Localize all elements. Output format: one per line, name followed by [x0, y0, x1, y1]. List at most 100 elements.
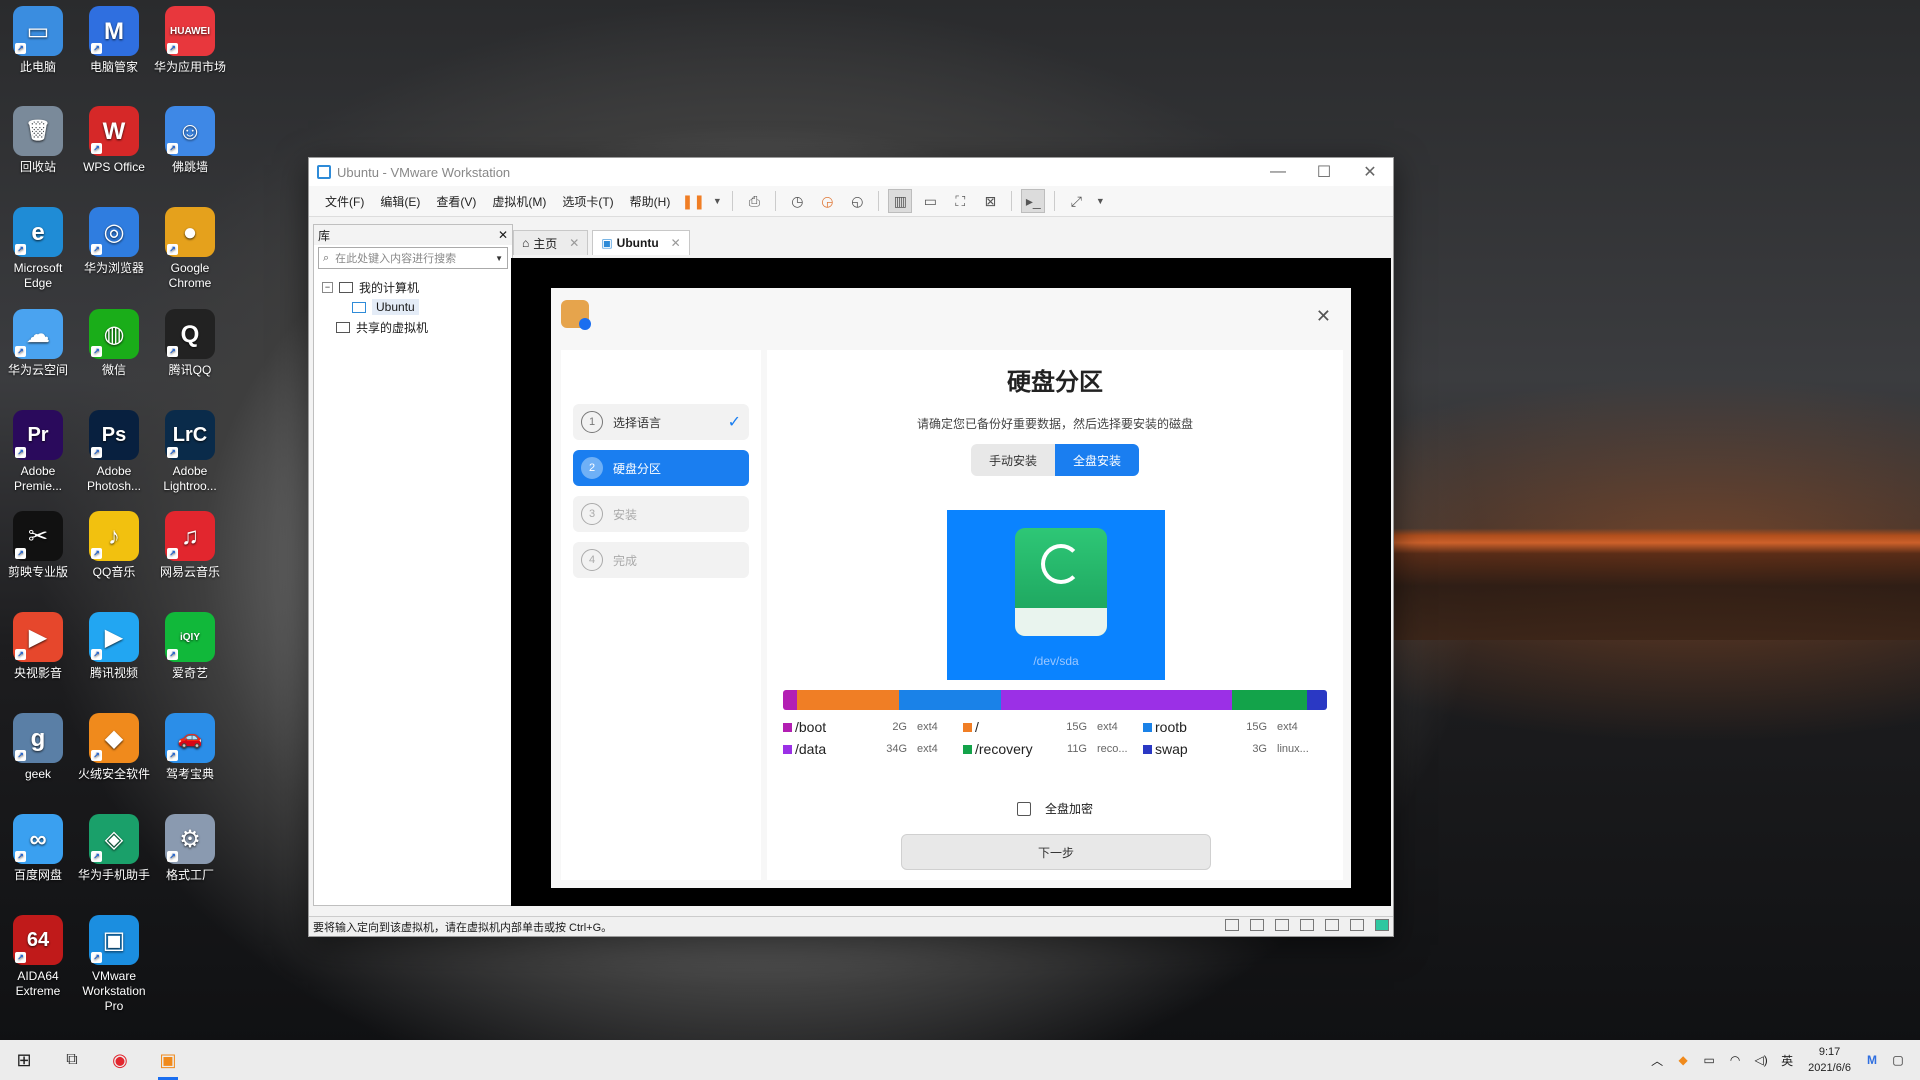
disk-card-sda[interactable]: /dev/sda [947, 510, 1165, 680]
close-button[interactable]: ✕ [1347, 162, 1393, 182]
desktop-icon[interactable]: ♪ ↗ QQ音乐 [76, 511, 152, 580]
wifi-icon[interactable]: ◠ [1725, 1053, 1745, 1067]
menu-vm[interactable]: 虚拟机(M) [484, 193, 554, 210]
desktop-icon[interactable]: ⚙ ↗ 格式工厂 [152, 814, 228, 883]
shortcut-arrow-icon: ↗ [91, 346, 102, 357]
revert-snapshot-icon[interactable]: ◶ [815, 189, 839, 213]
huorong-tray-icon[interactable]: ◆ [1673, 1053, 1693, 1067]
dropdown-arrow-icon[interactable]: ▼ [1094, 189, 1106, 213]
tree-item-ubuntu[interactable]: Ubuntu [322, 297, 504, 317]
tree-item-my-computer[interactable]: − 我的计算机 [322, 277, 504, 297]
desktop-icon[interactable]: ∞ ↗ 百度网盘 [0, 814, 76, 883]
step-number: 4 [581, 549, 603, 571]
menu-tabs[interactable]: 选项卡(T) [554, 193, 621, 210]
desktop-icon[interactable]: LrC ↗ Adobe Lightroo... [152, 410, 228, 494]
app-icon: 🗑 [13, 106, 63, 156]
menu-help[interactable]: 帮助(H) [622, 193, 679, 210]
tab-home[interactable]: ⌂ 主页 ✕ [513, 230, 589, 255]
snapshot-icon[interactable]: ◷ [785, 189, 809, 213]
tree-item-shared-vms[interactable]: 共享的虚拟机 [322, 317, 504, 337]
menu-edit[interactable]: 编辑(E) [372, 193, 428, 210]
maximize-button[interactable]: ☐ [1301, 162, 1347, 182]
desktop-icon[interactable]: ✂ ↗ 剪映专业版 [0, 511, 76, 580]
hdd-icon[interactable] [1224, 919, 1239, 931]
desktop-icon[interactable]: ▣ ↗ VMware Workstation Pro [76, 915, 152, 1014]
legend-item: /data 34G ext4 [783, 741, 963, 757]
ime-indicator[interactable]: 英 [1777, 1052, 1797, 1069]
desktop-icon[interactable]: 64 ↗ AIDA64 Extreme [0, 915, 76, 999]
netease-music-taskbar-icon[interactable]: ◉ [96, 1040, 144, 1080]
full-disk-install-button[interactable]: 全盘安装 [1055, 444, 1139, 476]
desktop-icon[interactable]: g ↗ geek [0, 713, 76, 782]
encrypt-checkbox[interactable] [1016, 801, 1031, 816]
vmware-window: Ubuntu - VMware Workstation — ☐ ✕ 文件(F) … [308, 157, 1394, 937]
desktop-icon[interactable]: 🗑 回收站 [0, 106, 76, 175]
tab-ubuntu[interactable]: ▣ Ubuntu ✕ [592, 230, 690, 255]
desktop-icon[interactable]: iQIY ↗ 爱奇艺 [152, 612, 228, 681]
desktop-icon[interactable]: Ps ↗ Adobe Photosh... [76, 410, 152, 494]
show-library-icon[interactable]: ▥ [888, 189, 913, 213]
menu-view[interactable]: 查看(V) [428, 193, 484, 210]
full-disk-encryption-option[interactable]: 全盘加密 [767, 800, 1343, 817]
stretch-guest-icon[interactable]: ⤢ [1064, 189, 1088, 213]
app-icon: ▭ ↗ [13, 6, 63, 56]
library-close-icon[interactable]: ✕ [498, 228, 508, 242]
app-icon: ♫ ↗ [165, 511, 215, 561]
console-view-icon[interactable]: ▸_ [1021, 189, 1046, 213]
desktop-icon[interactable]: ◈ ↗ 华为手机助手 [76, 814, 152, 883]
collapse-icon[interactable]: − [322, 281, 333, 293]
close-tab-icon[interactable]: ✕ [671, 236, 681, 250]
task-view-icon[interactable]: ⧉ [48, 1040, 96, 1080]
volume-icon[interactable]: ◁) [1751, 1053, 1771, 1067]
desktop-icon[interactable]: ☁ ↗ 华为云空间 [0, 309, 76, 378]
desktop-icon[interactable]: ♫ ↗ 网易云音乐 [152, 511, 228, 580]
library-search-input[interactable]: ⌕ 在此处键入内容进行搜索 ▼ [318, 247, 508, 269]
desktop-icon[interactable]: ● ↗ Google Chrome [152, 207, 228, 291]
desktop-icon[interactable]: Pr ↗ Adobe Premie... [0, 410, 76, 494]
minimize-button[interactable]: — [1255, 163, 1301, 181]
desktop-icon[interactable]: ☺ ↗ 佛跳墙 [152, 106, 228, 175]
desktop-icon[interactable]: HUAWEI ↗ 华为应用市场 [152, 6, 228, 75]
thumbnail-bar-icon[interactable]: ▭ [918, 189, 942, 213]
desktop-icon[interactable]: 🚗 ↗ 驾考宝典 [152, 713, 228, 782]
usb-icon[interactable] [1349, 919, 1364, 931]
next-button[interactable]: 下一步 [901, 834, 1211, 870]
desktop-icon[interactable]: Q ↗ 腾讯QQ [152, 309, 228, 378]
desktop-icon[interactable]: ◆ ↗ 火绒安全软件 [76, 713, 152, 782]
network-icon[interactable] [1274, 919, 1289, 931]
manual-install-button[interactable]: 手动安装 [971, 444, 1055, 476]
desktop-icon[interactable]: W ↗ WPS Office [76, 106, 152, 175]
snapshot-manager-icon[interactable]: ◵ [845, 189, 869, 213]
installer-close-icon[interactable]: ✕ [1316, 306, 1331, 327]
sound-icon[interactable] [1324, 919, 1339, 931]
chevron-down-icon[interactable]: ▼ [495, 254, 503, 263]
clock[interactable]: 9:17 2021/6/6 [1808, 1044, 1851, 1076]
windows-start-icon[interactable]: ⊞ [0, 1040, 48, 1080]
app-icon: ♪ ↗ [89, 511, 139, 561]
desktop-icon[interactable]: ▶ ↗ 央视影音 [0, 612, 76, 681]
desktop-icon[interactable]: M ↗ 电脑管家 [76, 6, 152, 75]
battery-icon[interactable]: ▭ [1699, 1053, 1719, 1067]
system-tray: ︿ ◆ ▭ ◠ ◁) 英 9:17 2021/6/6 M ▢ [1644, 1040, 1920, 1080]
full-screen-icon[interactable]: ⛶ [948, 189, 972, 213]
printer-icon[interactable] [1299, 919, 1314, 931]
desktop-icon[interactable]: ▭ ↗ 此电脑 [0, 6, 76, 75]
dropdown-arrow-icon[interactable]: ▼ [711, 189, 723, 213]
send-ctrl-alt-del-icon[interactable]: ⎙ [742, 189, 766, 213]
desktop-icon[interactable]: ▶ ↗ 腾讯视频 [76, 612, 152, 681]
unity-icon[interactable]: ⊠ [978, 189, 1002, 213]
desktop-icon[interactable]: ◍ ↗ 微信 [76, 309, 152, 378]
notification-icon[interactable]: ▢ [1888, 1053, 1908, 1067]
desktop-icon[interactable]: ◎ ↗ 华为浏览器 [76, 207, 152, 276]
pc-manager-tray-icon[interactable]: M [1862, 1053, 1882, 1067]
show-hidden-icons-icon[interactable]: ︿ [1647, 1052, 1667, 1069]
pause-icon[interactable]: ❚❚ [681, 189, 705, 213]
message-icon[interactable] [1375, 919, 1389, 931]
app-icon: ◆ ↗ [89, 713, 139, 763]
vm-console[interactable]: ✕ 1 选择语言 ✓ 2 硬盘分区 3 安装 4 完成 硬盘分区 请确定您已备份… [511, 258, 1391, 906]
cd-icon[interactable] [1249, 919, 1264, 931]
menu-file[interactable]: 文件(F) [317, 193, 372, 210]
vmware-taskbar-icon[interactable]: ▣ [144, 1040, 192, 1080]
close-tab-icon[interactable]: ✕ [569, 236, 579, 250]
desktop-icon[interactable]: e ↗ Microsoft Edge [0, 207, 76, 291]
